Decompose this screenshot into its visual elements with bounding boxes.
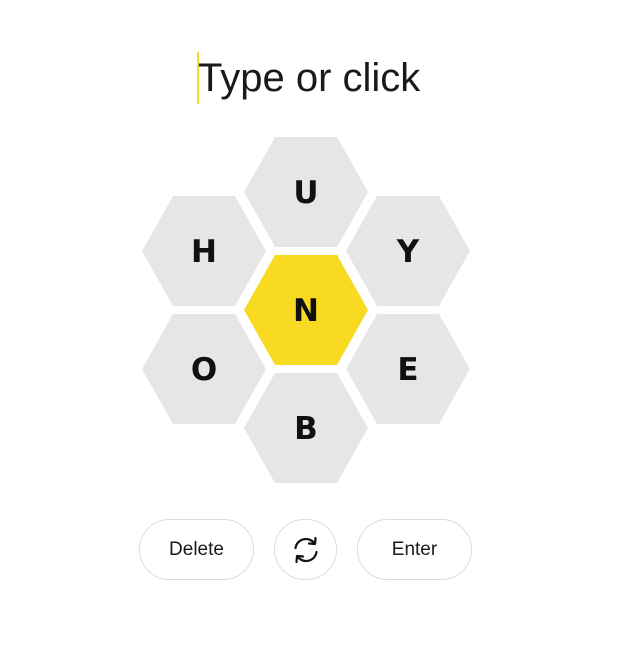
enter-button[interactable]: Enter [357, 519, 472, 580]
enter-button-label: Enter [391, 538, 438, 560]
hive-letter-upper-right: Y [396, 234, 420, 270]
hive-letter-bottom: B [294, 411, 318, 447]
shuffle-icon [293, 536, 318, 563]
hive-letter-top: U [293, 175, 318, 211]
hive-letter-upper-left: H [191, 234, 217, 270]
delete-button[interactable]: Delete [139, 519, 254, 580]
spelling-bee-game: Type or click N U Y E B O H Delete Enter [0, 0, 635, 655]
hive-letter-lower-left: O [191, 352, 217, 388]
hive-cell-center[interactable]: N [244, 255, 368, 365]
hive-letter-center: N [293, 293, 319, 329]
hive-cell-upper-left[interactable]: H [142, 196, 266, 306]
hive-cell-lower-right[interactable]: E [346, 314, 470, 424]
shuffle-button[interactable] [274, 519, 337, 580]
hive-cell-bottom[interactable]: B [244, 373, 368, 483]
hive-cell-upper-right[interactable]: Y [346, 196, 470, 306]
delete-button-label: Delete [169, 538, 224, 560]
hive-cell-lower-left[interactable]: O [142, 314, 266, 424]
hive-letter-lower-right: E [397, 352, 418, 388]
hive-cell-top[interactable]: U [244, 137, 368, 247]
